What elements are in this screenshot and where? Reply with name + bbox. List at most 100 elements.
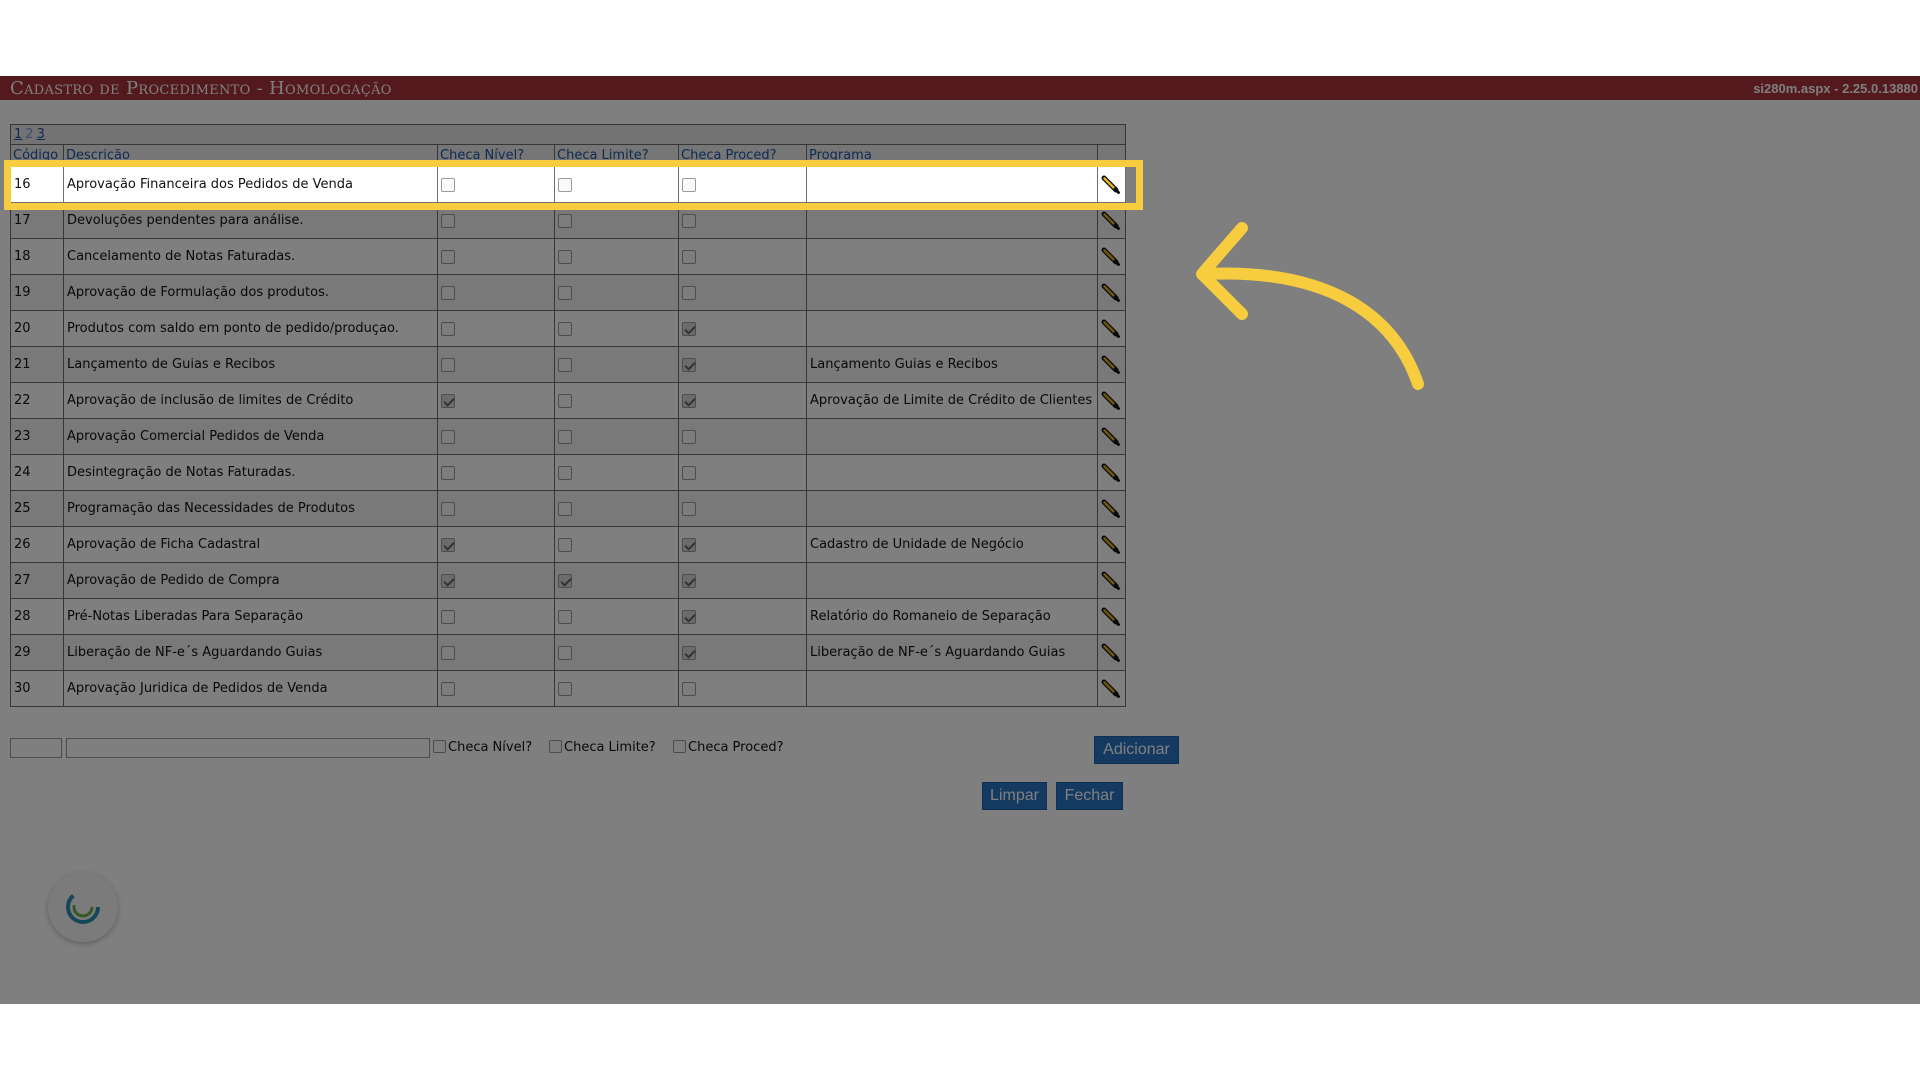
checa-proced-checkbox[interactable] [682,609,696,624]
checa-nivel-checkbox[interactable] [441,681,455,696]
edit-pencil-icon[interactable] [1101,211,1121,231]
checa-proced-cell [678,526,807,563]
checa-limite-checkbox[interactable] [558,393,572,408]
edit-pencil-icon[interactable] [1101,679,1121,699]
programa-cell [806,238,1098,275]
checa-limite-checkbox[interactable] [558,429,572,444]
checa-proced-checkbox[interactable] [682,357,696,372]
checa-proced-checkbox[interactable] [682,177,696,192]
checa-limite-checkbox[interactable] [558,609,572,624]
edit-cell [1097,526,1126,563]
descricao-input[interactable] [66,738,430,758]
pager-link[interactable]: 1 [14,127,22,142]
checa-nivel-checkbox[interactable] [441,501,455,516]
checa-proced-checkbox[interactable] [682,573,696,588]
descricao-cell: Aprovação de inclusão de limites de Créd… [63,382,438,419]
edit-pencil-icon[interactable] [1101,175,1121,195]
checa-limite-cell [554,598,679,635]
edit-pencil-icon[interactable] [1101,319,1121,339]
checa-limite-checkbox[interactable] [558,645,572,660]
edit-pencil-icon[interactable] [1101,391,1121,411]
programa-cell: Cadastro de Unidade de Negócio [806,526,1098,563]
checa-nivel-checkbox[interactable] [441,393,455,408]
checa-nivel-cell [437,166,555,203]
programa-cell [806,562,1098,599]
checa-limite-checkbox[interactable] [558,285,572,300]
arrow-annotation-icon [1196,222,1424,390]
checa-proced-checkbox[interactable] [682,213,696,228]
checa-proced-checkbox[interactable] [682,501,696,516]
checa-nivel-checkbox[interactable] [441,465,455,480]
checa-limite-checkbox[interactable] [558,573,572,588]
swirl-logo-icon [66,890,100,924]
checa-nivel-checkbox[interactable] [441,573,455,588]
checa-proced-checkbox[interactable] [682,645,696,660]
checa-limite-option[interactable]: Checa Limite? [549,740,656,755]
checa-nivel-checkbox[interactable] [441,357,455,372]
descricao-cell: Aprovação de Pedido de Compra [63,562,438,599]
checa-proced-cell [678,346,807,383]
edit-pencil-icon[interactable] [1101,355,1121,375]
pager-link[interactable]: 3 [37,127,45,142]
checa-limite-cell [554,166,679,203]
checa-limite-checkbox[interactable] [558,681,572,696]
edit-pencil-icon[interactable] [1101,247,1121,267]
checa-proced-cell [678,598,807,635]
checa-proced-checkbox[interactable] [682,465,696,480]
checa-limite-checkbox[interactable] [558,357,572,372]
checa-proced-checkbox[interactable] [682,681,696,696]
edit-pencil-icon[interactable] [1101,571,1121,591]
checa-limite-checkbox[interactable] [558,537,572,552]
chat-widget-button[interactable] [48,872,118,942]
checa-nivel-option[interactable]: Checa Nível? [433,740,532,755]
descricao-cell: Aprovação de Formulação dos produtos. [63,274,438,311]
clear-button[interactable]: Limpar [982,782,1047,810]
checa-proced-checkbox[interactable] [682,321,696,336]
edit-pencil-icon[interactable] [1101,607,1121,627]
checa-proced-checkbox[interactable] [682,429,696,444]
checa-proced-option[interactable]: Checa Proced? [673,740,783,755]
descricao-cell: Cancelamento de Notas Faturadas. [63,238,438,275]
checa-limite-checkbox[interactable] [558,321,572,336]
checa-limite-checkbox[interactable] [558,177,572,192]
checa-nivel-checkbox[interactable] [441,609,455,624]
checa-nivel-checkbox[interactable] [441,249,455,264]
checa-proced-cell [678,454,807,491]
checa-limite-cell [554,418,679,455]
close-button[interactable]: Fechar [1056,782,1123,810]
checa-proced-checkbox[interactable] [682,393,696,408]
checa-nivel-checkbox[interactable] [441,429,455,444]
checa-nivel-checkbox[interactable] [441,213,455,228]
codigo-input[interactable] [10,738,62,758]
add-button[interactable]: Adicionar [1094,736,1179,764]
checa-proced-checkbox[interactable] [682,537,696,552]
edit-pencil-icon[interactable] [1101,499,1121,519]
pager-link[interactable]: 2 [25,127,33,142]
checa-nivel-checkbox[interactable] [441,537,455,552]
checa-nivel-checkbox[interactable] [441,285,455,300]
edit-pencil-icon[interactable] [1101,643,1121,663]
checa-nivel-checkbox[interactable] [433,740,446,753]
checa-limite-checkbox[interactable] [558,501,572,516]
checa-proced-checkbox[interactable] [682,249,696,264]
checa-nivel-checkbox[interactable] [441,177,455,192]
programa-cell: Aprovação de Limite de Crédito de Client… [806,382,1098,419]
edit-pencil-icon[interactable] [1101,463,1121,483]
edit-pencil-icon[interactable] [1101,427,1121,447]
checa-nivel-checkbox[interactable] [441,645,455,660]
descricao-cell: Aprovação de Ficha Cadastral [63,526,438,563]
checa-proced-checkbox[interactable] [682,285,696,300]
checa-limite-checkbox[interactable] [558,465,572,480]
checa-proced-checkbox[interactable] [673,740,686,753]
checa-limite-checkbox[interactable] [558,249,572,264]
checa-nivel-checkbox[interactable] [441,321,455,336]
edit-pencil-icon[interactable] [1101,535,1121,555]
checa-nivel-cell [437,454,555,491]
checa-limite-checkbox[interactable] [558,213,572,228]
edit-pencil-icon[interactable] [1101,283,1121,303]
edit-cell [1097,418,1126,455]
table-row: 20 Produtos com saldo em ponto de pedido/… [10,310,1126,347]
table-row: 28 Pré-Notas Liberadas Para Separação Rela… [10,598,1126,635]
checa-limite-checkbox[interactable] [549,740,562,753]
table-row: 22 Aprovação de inclusão de limites de Cr… [10,382,1126,419]
